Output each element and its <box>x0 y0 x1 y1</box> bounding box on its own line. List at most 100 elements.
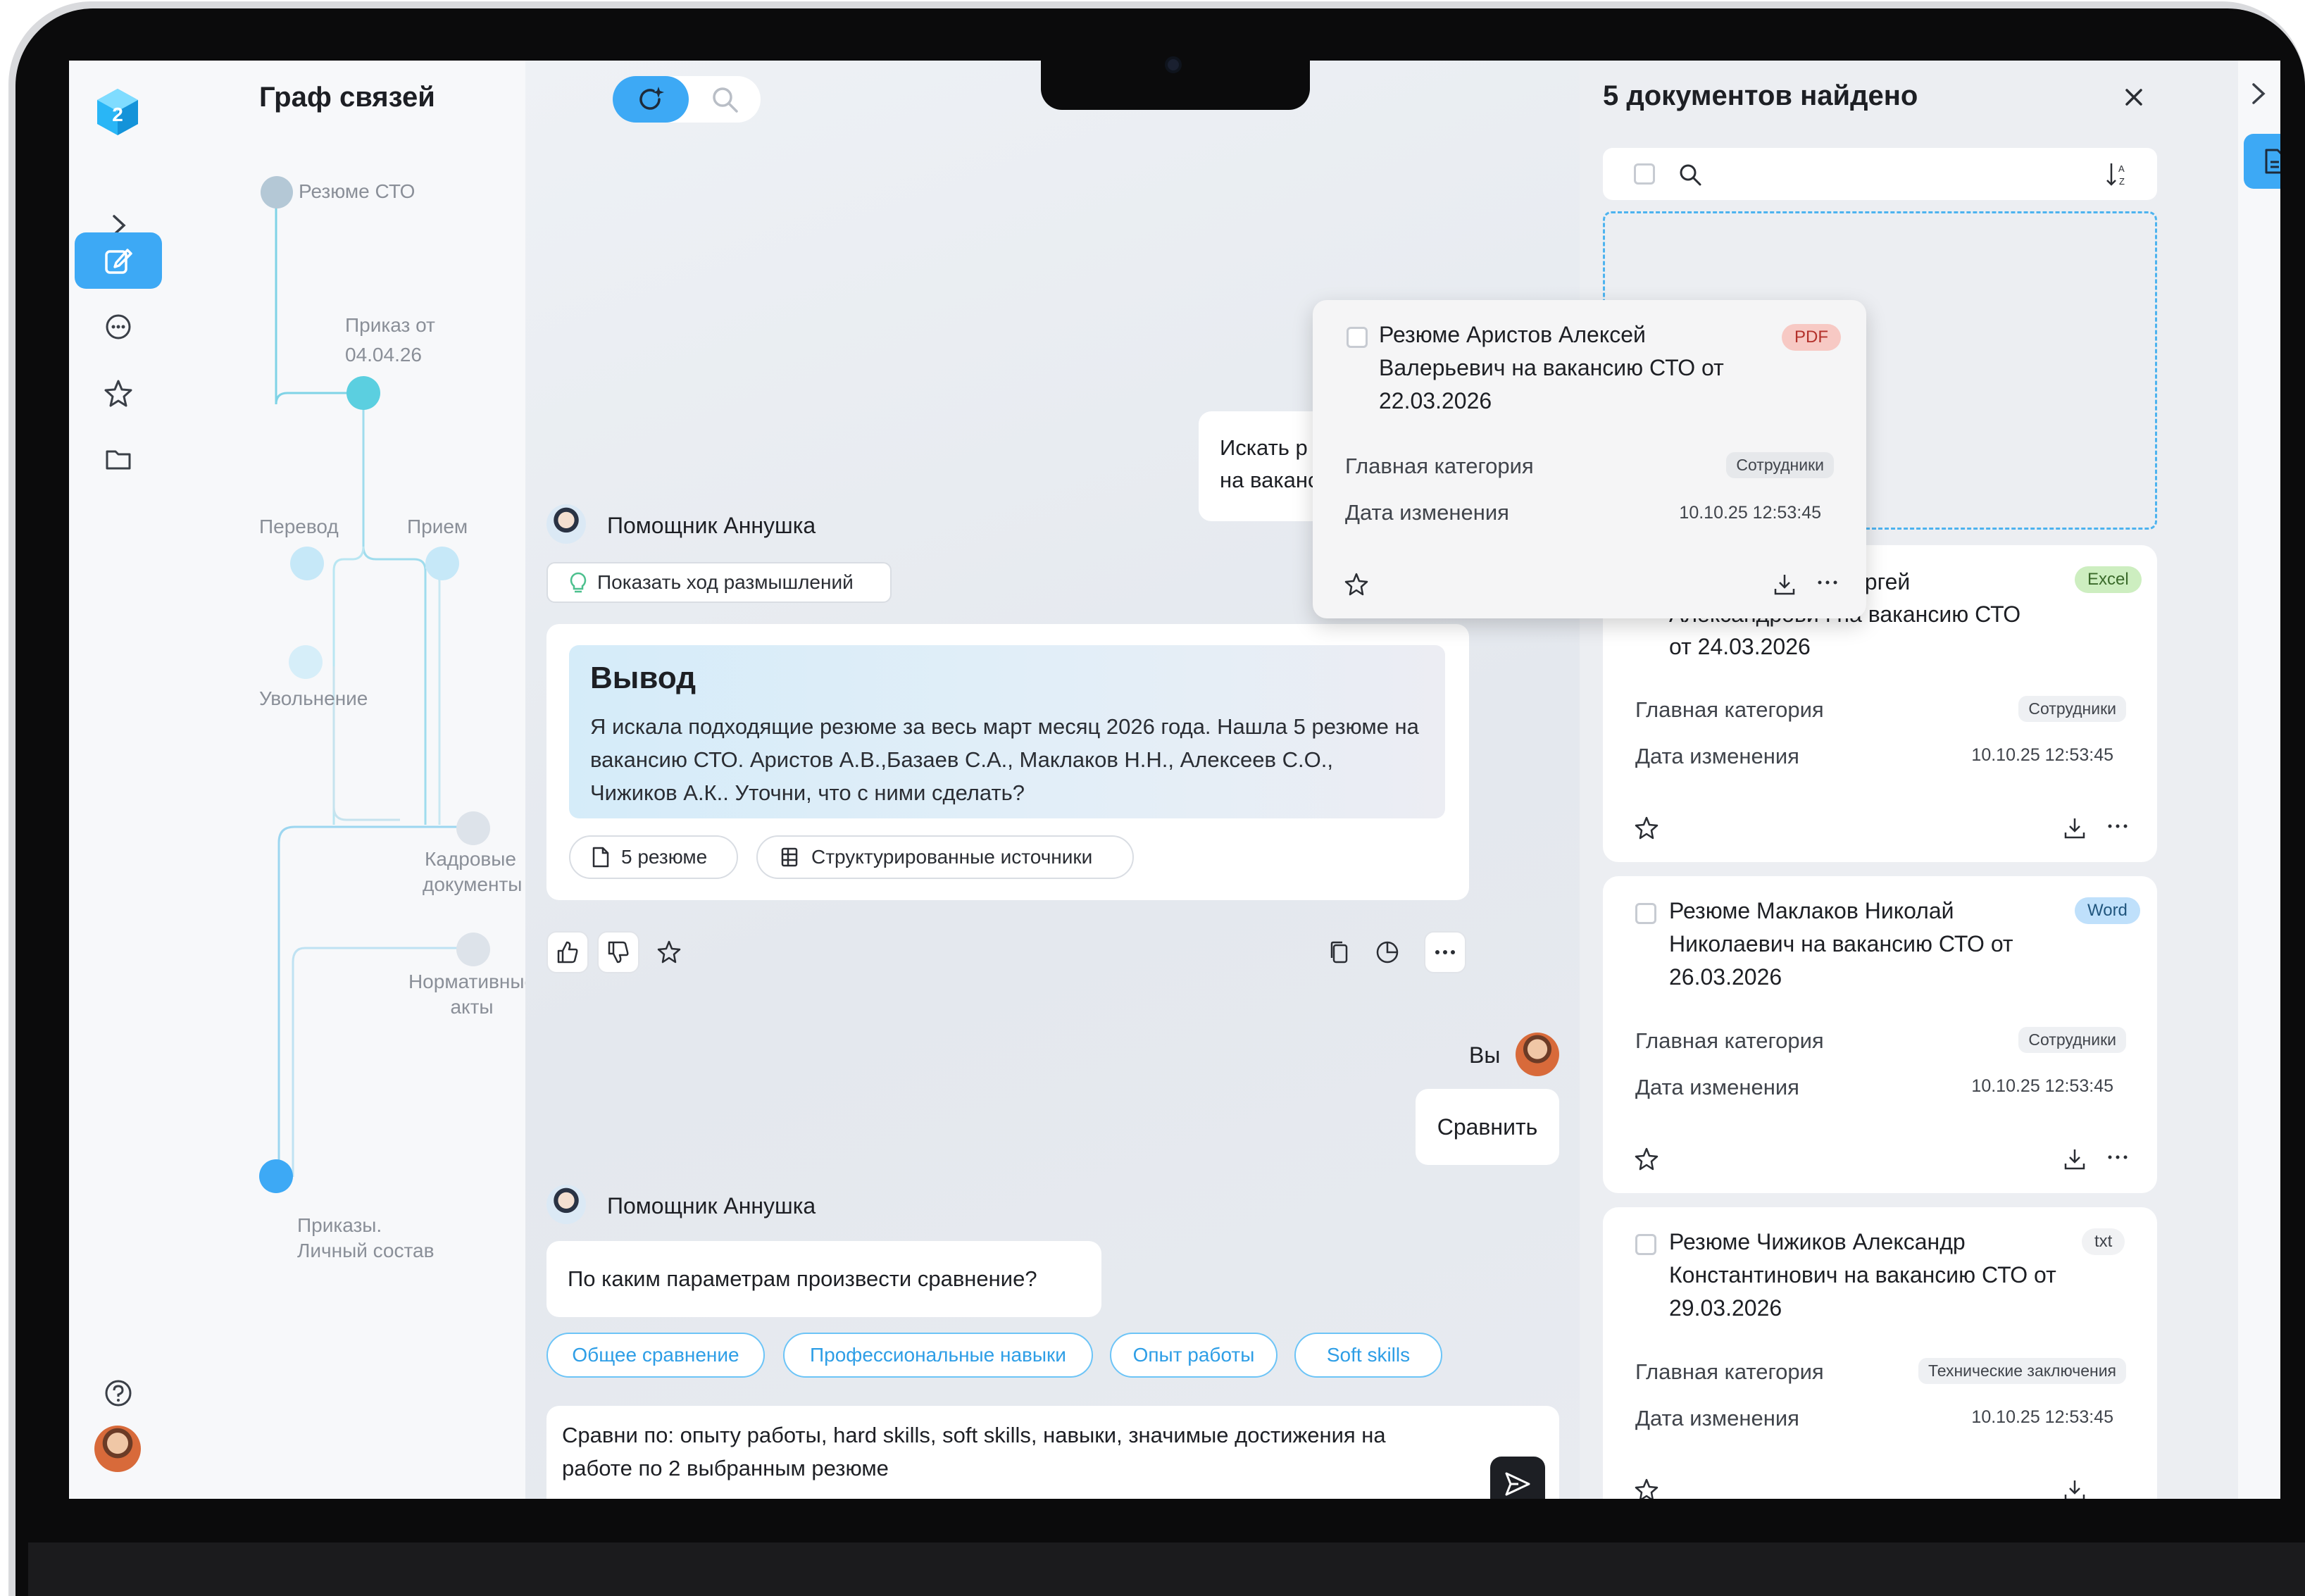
download-icon[interactable] <box>2062 1147 2087 1172</box>
category-label: Главная категория <box>1635 1028 1824 1053</box>
graph-label-order-line1: Приказ от <box>345 314 435 336</box>
help-icon <box>105 1380 132 1407</box>
show-thinking-label: Показать ход размышлений <box>597 571 854 593</box>
like-button[interactable] <box>546 931 589 973</box>
document-card-3[interactable]: Резюме Маклаков Николай Николаевич на ва… <box>1603 876 2157 1193</box>
close-documents-button[interactable] <box>2123 86 2145 108</box>
svg-text:Z: Z <box>2119 176 2125 187</box>
device-hinge <box>28 1542 2305 1596</box>
refresh-button[interactable] <box>613 76 689 123</box>
dislike-button[interactable] <box>597 931 639 973</box>
chip-general-comparison[interactable]: Общее сравнение <box>546 1333 765 1378</box>
chats-button[interactable] <box>75 299 162 355</box>
sources-button[interactable]: Структурированные источники <box>756 835 1134 879</box>
send-icon <box>1505 1472 1530 1496</box>
chart-button[interactable] <box>1375 940 1400 965</box>
chevron-right-icon[interactable] <box>2248 82 2268 106</box>
download-icon[interactable] <box>2062 1478 2087 1499</box>
date-label: Дата изменения <box>1345 500 1509 525</box>
app-screen: 2 Граф связей Резюме СТО Приказ от 04.04… <box>69 61 2280 1499</box>
graph-node-hr-docs[interactable] <box>456 811 490 845</box>
table-icon <box>781 847 798 867</box>
document-checkbox[interactable] <box>1635 903 1656 924</box>
svg-text:2: 2 <box>112 104 123 125</box>
copy-button[interactable] <box>1327 940 1352 965</box>
document-1-title: Резюме Аристов Алексей Валерьевич на вак… <box>1379 322 1724 413</box>
document-2-title-line3: от 24.03.2026 <box>1669 634 1811 659</box>
category-label: Главная категория <box>1635 697 1824 722</box>
graph-label-norm-line1: Нормативные <box>408 971 536 992</box>
document-card-4[interactable]: Резюме Чижиков Александр Константинович … <box>1603 1207 2157 1499</box>
file-type-badge: Word <box>2075 897 2140 924</box>
chip-work-experience[interactable]: Опыт работы <box>1110 1333 1278 1378</box>
graph-label-orders-line2: Личный состав <box>297 1240 435 1261</box>
user-avatar[interactable] <box>94 1426 141 1472</box>
document-card-1-popup[interactable]: Резюме Аристов Алексей Валерьевич на вак… <box>1313 300 1866 618</box>
graph-node-dismissal[interactable] <box>289 645 323 679</box>
assistant-question-bubble: По каким параметрам произвести сравнение… <box>546 1241 1101 1317</box>
help-button[interactable] <box>75 1365 162 1421</box>
graph-node-transfer[interactable] <box>290 547 324 580</box>
close-icon <box>2125 89 2142 106</box>
chat-search-button[interactable] <box>710 85 741 116</box>
graph-node-resume[interactable] <box>261 176 293 208</box>
chip-professional-skills[interactable]: Профессиональные навыки <box>783 1333 1093 1378</box>
message-input-text: Сравни по: опыту работы, hard skills, so… <box>562 1423 1386 1480</box>
star-icon[interactable] <box>1344 572 1369 597</box>
more-dots-icon[interactable] <box>2106 1154 2130 1161</box>
document-4-title: Резюме Чижиков Александр Константинович … <box>1669 1229 2056 1321</box>
category-tag: Сотрудники <box>1726 452 1834 478</box>
previous-user-line2: на ваканс <box>1220 468 1319 492</box>
user-name: Вы <box>1469 1042 1501 1068</box>
download-icon[interactable] <box>1772 572 1797 597</box>
send-button[interactable] <box>1490 1457 1545 1499</box>
sort-az-icon[interactable]: AZ <box>2104 161 2130 189</box>
date-label: Дата изменения <box>1635 744 1799 768</box>
resume-count-button[interactable]: 5 резюме <box>569 835 738 879</box>
favorite-answer-button[interactable] <box>656 940 682 965</box>
date-value: 10.10.25 12:53:45 <box>1971 745 2113 765</box>
star-icon[interactable] <box>1634 1147 1659 1172</box>
star-icon <box>104 380 132 407</box>
message-input[interactable]: Сравни по: опыту работы, hard skills, so… <box>546 1406 1559 1499</box>
category-tag: Сотрудники <box>2018 696 2126 722</box>
svg-text:A: A <box>2118 163 2125 174</box>
more-options-button[interactable] <box>1424 931 1466 973</box>
file-type-badge: txt <box>2082 1228 2125 1255</box>
graph-node-hire[interactable] <box>425 547 459 580</box>
more-dots-icon[interactable] <box>2106 823 2130 830</box>
search-icon[interactable] <box>1678 162 1703 187</box>
documents-toggle-button[interactable] <box>2244 134 2280 189</box>
user-message-avatar <box>1516 1033 1559 1076</box>
conclusion-box: Вывод Я искала подходящие резюме за весь… <box>569 645 1445 818</box>
thumbs-up-icon <box>557 941 578 964</box>
folders-button[interactable] <box>75 431 162 487</box>
chip-soft-skills[interactable]: Soft skills <box>1294 1333 1442 1378</box>
left-rail: 2 <box>69 61 189 1499</box>
new-chat-button[interactable] <box>75 232 162 289</box>
graph-node-order[interactable] <box>346 376 380 410</box>
graph-node-norm-acts[interactable] <box>456 933 490 966</box>
sources-label: Структурированные источники <box>811 846 1093 868</box>
favorites-button[interactable] <box>75 365 162 421</box>
more-dots-icon[interactable] <box>1816 579 1839 586</box>
star-icon[interactable] <box>1634 816 1659 841</box>
document-checkbox[interactable] <box>1347 327 1368 348</box>
user-message-bubble: Сравнить <box>1416 1089 1559 1165</box>
assistant-avatar-2 <box>546 1185 586 1224</box>
star-icon[interactable] <box>1634 1478 1659 1499</box>
select-all-checkbox[interactable] <box>1634 163 1655 185</box>
file-type-badge: Excel <box>2075 566 2142 593</box>
more-dots-icon <box>1435 950 1455 954</box>
refresh-sparkle-icon <box>639 87 664 110</box>
document-checkbox[interactable] <box>1635 1234 1656 1255</box>
category-tag: Технические заключения <box>1918 1358 2126 1384</box>
file-type-badge: PDF <box>1782 324 1841 351</box>
date-label: Дата изменения <box>1635 1075 1799 1099</box>
folder-icon <box>106 450 131 470</box>
previous-user-line1: Искать р <box>1220 435 1308 460</box>
download-icon[interactable] <box>2062 816 2087 841</box>
show-thinking-button[interactable]: Показать ход размышлений <box>546 562 892 603</box>
graph-node-orders[interactable] <box>259 1159 293 1193</box>
graph-label-dismissal: Увольнение <box>259 687 368 709</box>
